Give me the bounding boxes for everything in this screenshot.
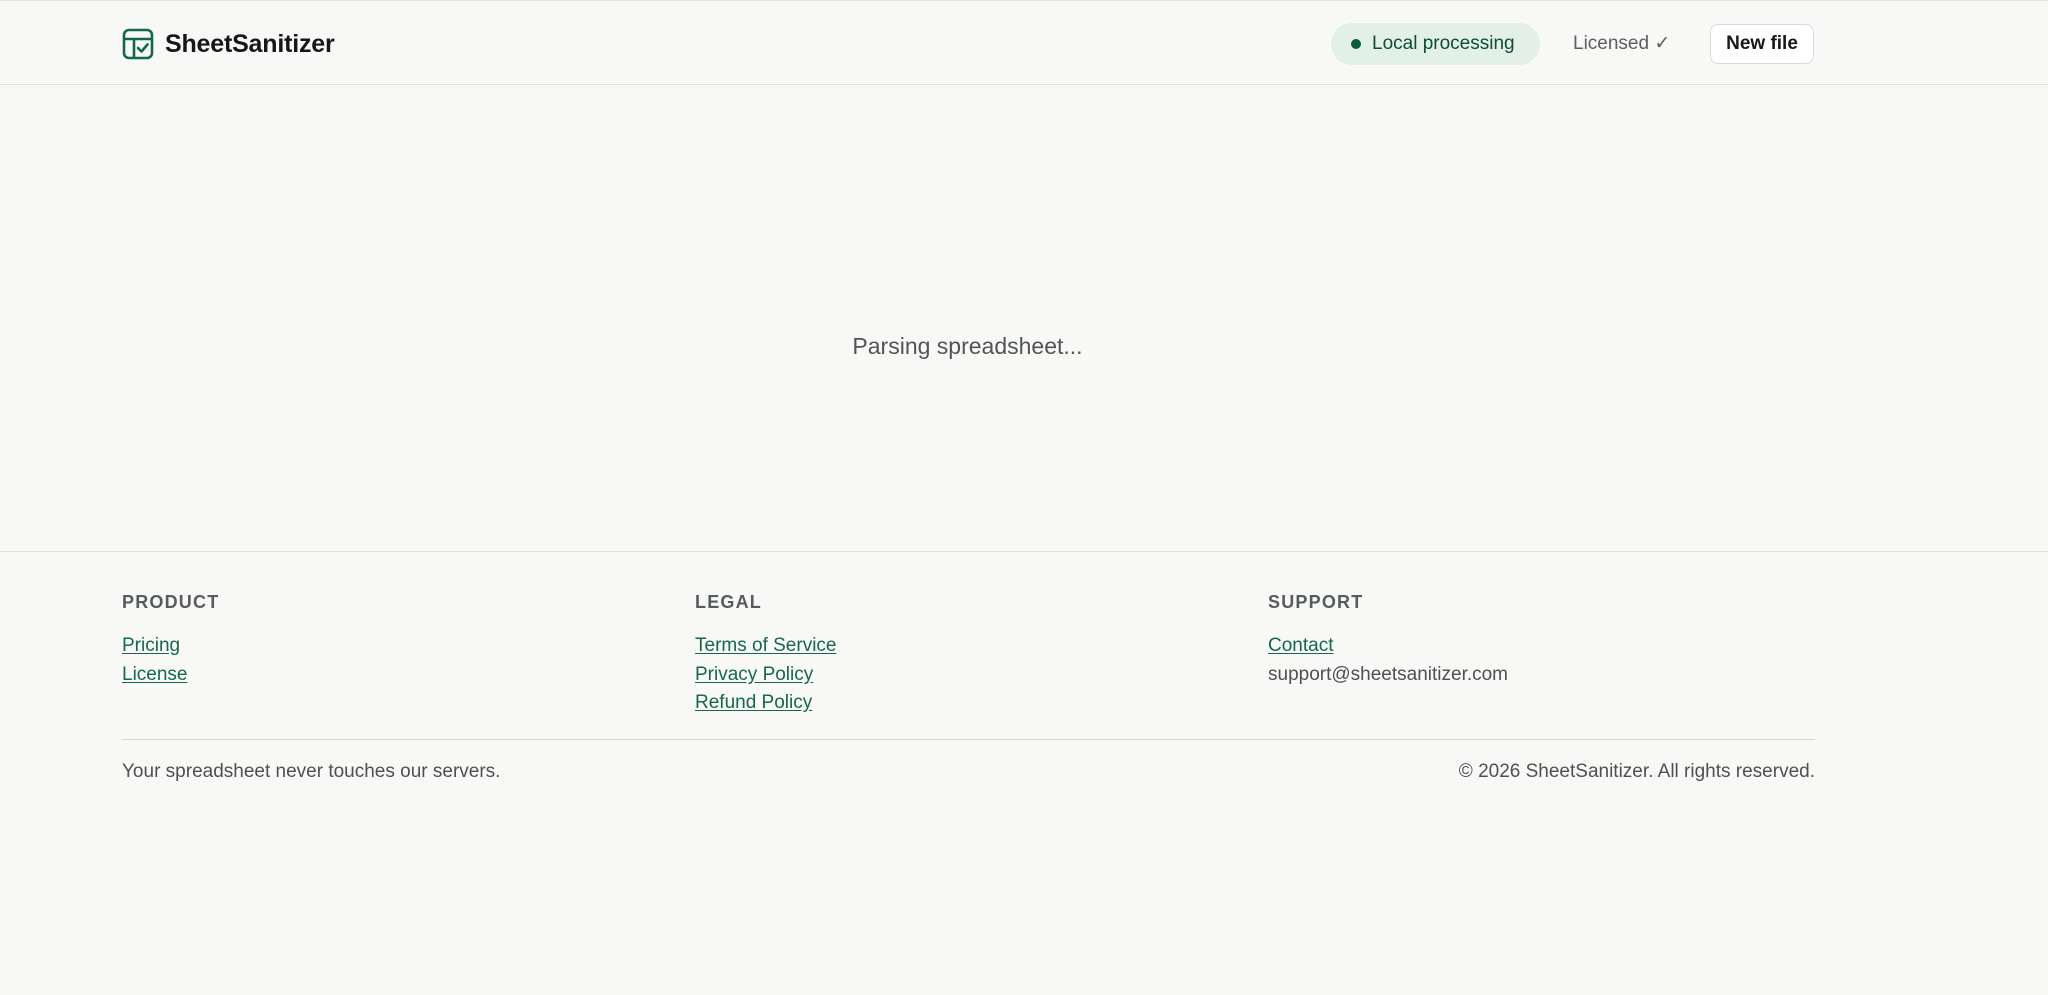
footer-heading-legal: LEGAL [695, 592, 762, 612]
new-file-button[interactable]: New file [1710, 24, 1814, 64]
badge-label: Local processing [1372, 33, 1515, 54]
status-dot-icon [1351, 39, 1361, 49]
local-processing-badge: Local processing [1331, 23, 1540, 65]
brand-name: SheetSanitizer [165, 29, 335, 58]
footer-column-support: SUPPORT Contact support@sheetsanitizer.c… [1268, 592, 1508, 689]
parsing-status-text: Parsing spreadsheet... [852, 333, 1083, 359]
footer-link-license[interactable]: License [122, 661, 219, 690]
footer-column-legal: LEGAL Terms of Service Privacy Policy Re… [695, 592, 836, 718]
footer-link-pricing[interactable]: Pricing [122, 632, 219, 661]
site-footer: PRODUCT Pricing License LEGAL Terms of S… [0, 551, 2048, 995]
footer-tagline: Your spreadsheet never touches our serve… [122, 761, 501, 782]
footer-link-refund[interactable]: Refund Policy [695, 689, 836, 718]
footer-divider [122, 739, 1815, 740]
license-status: Licensed ✓ [1573, 33, 1671, 54]
footer-column-product: PRODUCT Pricing License [122, 592, 219, 689]
footer-link-contact[interactable]: Contact [1268, 632, 1508, 661]
footer-link-terms[interactable]: Terms of Service [695, 632, 836, 661]
spreadsheet-check-icon [122, 28, 154, 60]
support-email: support@sheetsanitizer.com [1268, 663, 1509, 685]
brand-logo[interactable]: SheetSanitizer [122, 28, 335, 60]
footer-heading-product: PRODUCT [122, 592, 220, 612]
top-header: SheetSanitizer Local processing Licensed… [0, 0, 2048, 85]
footer-link-privacy[interactable]: Privacy Policy [695, 661, 836, 690]
footer-copyright: © 2026 SheetSanitizer. All rights reserv… [1458, 761, 1815, 782]
footer-heading-support: SUPPORT [1268, 592, 1364, 612]
